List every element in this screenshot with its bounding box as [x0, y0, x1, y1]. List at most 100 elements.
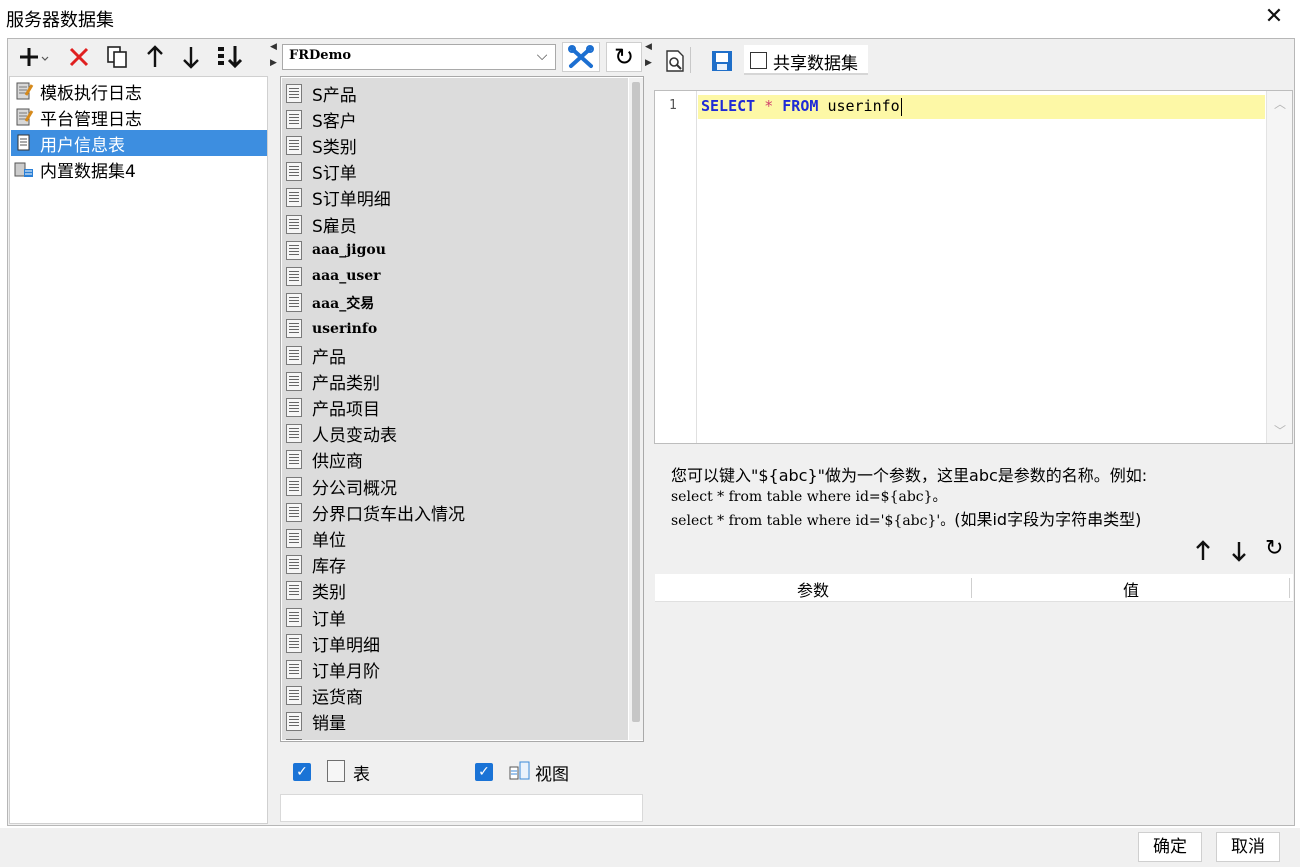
- table-list-item-label: 运货商: [312, 688, 363, 709]
- table-list-scrollbar[interactable]: [629, 78, 643, 740]
- table-list-item[interactable]: S产品: [286, 80, 357, 106]
- table-list-item[interactable]: aaa_jigou: [286, 237, 386, 263]
- table-icon: [286, 633, 302, 653]
- close-button[interactable]: ✕: [1262, 5, 1286, 29]
- table-icon: [286, 266, 302, 286]
- sql-keyword-from: FROM: [782, 97, 819, 115]
- table-list-item-label: S客户: [312, 111, 357, 132]
- table-list-item[interactable]: 产品: [286, 342, 346, 368]
- collapse-middle-icon[interactable]: ◀: [645, 43, 652, 52]
- delete-icon[interactable]: [66, 44, 92, 70]
- table-list-item[interactable]: 分公司概况: [286, 473, 397, 499]
- table-list-item[interactable]: 类别: [286, 578, 346, 604]
- param-move-up-icon[interactable]: [1193, 540, 1213, 566]
- table-list-item-label: 类别: [312, 583, 346, 604]
- param-table-body[interactable]: [655, 602, 1293, 824]
- copy-icon[interactable]: [104, 44, 130, 70]
- preview-icon[interactable]: [664, 49, 686, 77]
- move-down-icon[interactable]: [178, 44, 204, 70]
- table-list-item[interactable]: 订单明细: [286, 630, 380, 656]
- left-splitter[interactable]: ◀ ▶: [269, 41, 278, 825]
- sql-dataset-icon: [14, 133, 34, 153]
- share-dataset-checkbox[interactable]: [750, 52, 767, 69]
- parameter-hint: 您可以键入"${abc}"做为一个参数，这里abc是参数的名称。例如: sele…: [655, 446, 1294, 574]
- sql-code[interactable]: SELECT * FROM userinfo: [701, 95, 902, 117]
- table-list-item[interactable]: 供应商: [286, 447, 363, 473]
- table-list-item[interactable]: S客户: [286, 106, 357, 132]
- table-list-item[interactable]: 运货商: [286, 683, 363, 709]
- value-column-header[interactable]: 值: [972, 577, 1290, 601]
- editor-scrollbar[interactable]: ︿ ﹀: [1266, 91, 1292, 443]
- param-move-down-icon[interactable]: [1229, 540, 1249, 566]
- refresh-icon: ↻: [613, 43, 635, 71]
- table-list-item[interactable]: 分界口货车出入情况: [286, 499, 465, 525]
- sql-star: *: [764, 97, 774, 115]
- table-list-item[interactable]: 销量: [286, 709, 346, 735]
- table-list-item[interactable]: S雇员: [286, 211, 357, 237]
- dataset-item[interactable]: 平台管理日志: [11, 104, 267, 130]
- dataset-item-label: 用户信息表: [40, 135, 125, 156]
- table-list-item[interactable]: 库存: [286, 552, 346, 578]
- table-icon: [286, 293, 302, 313]
- add-icon[interactable]: [16, 44, 50, 70]
- view-icon: [508, 759, 532, 787]
- chevron-down-icon[interactable]: ⌵: [529, 45, 555, 69]
- ok-button[interactable]: 确定: [1138, 832, 1202, 862]
- refresh-tables-button[interactable]: ↻: [606, 42, 642, 72]
- dataset-item[interactable]: 内置数据集4: [11, 156, 267, 182]
- title-bar: 服务器数据集 ✕: [0, 0, 1300, 36]
- table-list-item-label: userinfo: [312, 320, 378, 337]
- table-list-item-label: S雇员: [312, 216, 357, 237]
- table-list-item[interactable]: S类别: [286, 132, 357, 158]
- table-search-input[interactable]: [280, 794, 643, 822]
- cancel-button[interactable]: 取消: [1216, 832, 1280, 862]
- connection-select[interactable]: FRDemo ⌵: [282, 44, 556, 70]
- table-list-item-label: aaa_user: [312, 268, 381, 285]
- dataset-item[interactable]: 用户信息表: [11, 130, 267, 156]
- table-icon: [286, 528, 302, 548]
- dataset-item-label: 模板执行日志: [40, 83, 142, 104]
- table-list-item[interactable]: S订单: [286, 159, 357, 185]
- expand-middle-icon[interactable]: ▶: [645, 59, 652, 68]
- dataset-item[interactable]: 模板执行日志: [11, 78, 267, 104]
- connection-settings-button[interactable]: [562, 42, 600, 72]
- table-list-item[interactable]: 订单月阶: [286, 656, 380, 682]
- wrench-icon: [568, 45, 594, 68]
- param-table-header: 参数 值: [655, 574, 1293, 602]
- table-icon: [286, 345, 302, 365]
- text-caret: [900, 97, 902, 116]
- param-refresh-icon[interactable]: ↻: [1265, 536, 1283, 561]
- table-list-item-label: S订单明细: [312, 190, 391, 211]
- share-dataset-option[interactable]: 共享数据集: [744, 45, 868, 75]
- table-icon: [286, 424, 302, 444]
- sort-icon[interactable]: [216, 44, 244, 70]
- table-list-item[interactable]: 订单: [286, 604, 346, 630]
- table-list-item[interactable]: S订单明细: [286, 185, 391, 211]
- scroll-up-icon[interactable]: ︿: [1274, 95, 1286, 112]
- table-list-item[interactable]: 产品类别: [286, 368, 380, 394]
- table-list-item[interactable]: aaa_user: [286, 263, 381, 289]
- scroll-down-icon[interactable]: ﹀: [1274, 422, 1286, 439]
- share-dataset-label: 共享数据集: [773, 54, 858, 74]
- view-filter-checkbox[interactable]: ✓: [475, 763, 493, 781]
- table-filter-checkbox[interactable]: ✓: [293, 763, 311, 781]
- table-list-item[interactable]: 单位: [286, 525, 346, 551]
- scrollbar-thumb[interactable]: [632, 82, 640, 722]
- param-column-header[interactable]: 参数: [655, 577, 971, 601]
- table-list-item[interactable]: 容量: [286, 735, 346, 740]
- table-list-item[interactable]: aaa_交易: [286, 290, 374, 316]
- table-icon: [286, 659, 302, 679]
- hint-line-3-code: select * from table where id='${abc}'。: [671, 513, 955, 529]
- move-up-icon[interactable]: [142, 44, 168, 70]
- table-list-item-label: aaa_交易: [312, 295, 375, 312]
- save-query-icon[interactable]: [710, 49, 734, 77]
- middle-splitter[interactable]: ◀ ▶: [645, 41, 653, 825]
- table-list-item[interactable]: userinfo: [286, 316, 377, 342]
- table-icon: [286, 581, 302, 601]
- table-list-item[interactable]: 产品项目: [286, 394, 380, 420]
- table-list-item[interactable]: 人员变动表: [286, 421, 397, 447]
- expand-right-icon[interactable]: ▶: [270, 59, 277, 68]
- hint-line-2: select * from table where id=${abc}。: [671, 489, 947, 505]
- sql-editor[interactable]: 1 SELECT * FROM userinfo ︿ ﹀: [654, 90, 1293, 444]
- collapse-left-icon[interactable]: ◀: [270, 43, 277, 52]
